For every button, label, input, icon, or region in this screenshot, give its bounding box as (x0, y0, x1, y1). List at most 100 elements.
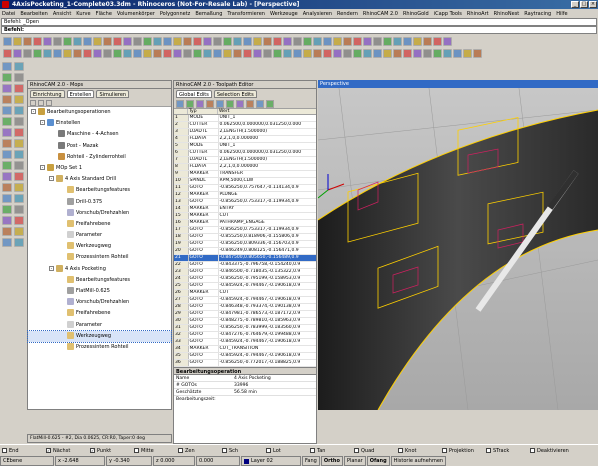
mops-tab-simulieren[interactable]: Simulieren (96, 90, 130, 98)
toolbar-button-icon[interactable] (103, 37, 112, 46)
table-row[interactable]: 4 FLDATA 2,2,1,0,0.000000 (174, 135, 316, 143)
tool-button-icon[interactable] (2, 73, 12, 82)
mops-tool-icon[interactable] (30, 100, 36, 106)
toolbar-button-icon[interactable] (323, 49, 332, 58)
table-row[interactable]: 29 GOTO -0.847981,-0.786573,-0.187172,0.9 (174, 310, 316, 318)
expand-toggle-icon[interactable]: - (49, 265, 54, 271)
editor-tool-icon[interactable] (176, 100, 184, 108)
tree-node[interactable]: Parameter (28, 320, 171, 331)
toolbar-button-icon[interactable] (163, 37, 172, 46)
tool-button-icon[interactable] (2, 84, 12, 93)
osnap-nächst[interactable]: ✓ Nächst (46, 448, 86, 454)
toolbar-button-icon[interactable] (13, 37, 22, 46)
toolbar-button-icon[interactable] (423, 37, 432, 46)
tree-node[interactable]: Vorschub/Drehzahlen (28, 208, 171, 219)
tool-button-icon[interactable] (14, 227, 24, 236)
tool-button-icon[interactable] (14, 128, 24, 137)
toolbar-button-icon[interactable] (323, 37, 332, 46)
toolbar-button-icon[interactable] (433, 37, 442, 46)
table-row[interactable]: 36 GOTO -0.856250,-0.772017,-0.188825,0.9 (174, 359, 316, 367)
tool-button-icon[interactable] (14, 172, 24, 181)
menu-item[interactable]: RhinoGold (403, 11, 429, 17)
toolbar-button-icon[interactable] (223, 37, 232, 46)
menu-item[interactable]: Bearbeiten (20, 11, 47, 17)
status-toggle-planar[interactable]: Planar (343, 456, 366, 466)
toolbar-button-icon[interactable] (73, 49, 82, 58)
toolbar-button-icon[interactable] (53, 49, 62, 58)
toolbar-button-icon[interactable] (233, 37, 242, 46)
editor-tool-icon[interactable] (236, 100, 244, 108)
tool-button-icon[interactable] (14, 194, 24, 203)
checkbox-icon[interactable] (178, 448, 183, 453)
table-row[interactable]: 24 GOTO -0.856250,-0.795199,-0.158953,0.9 (174, 275, 316, 283)
toolbar-button-icon[interactable] (63, 37, 72, 46)
toolbar-button-icon[interactable] (443, 49, 452, 58)
osnap-end[interactable]: End (2, 448, 42, 454)
table-row[interactable]: 27 GOTO -0.845924,-0.794467,-0.190618,0.9 (174, 296, 316, 304)
tree-node[interactable]: Freifahrebene (28, 308, 171, 319)
checkbox-icon[interactable] (486, 448, 491, 453)
toolbar-button-icon[interactable] (363, 49, 372, 58)
toolbar-button-icon[interactable] (23, 37, 32, 46)
toolbar-button-icon[interactable] (193, 37, 202, 46)
tree-node[interactable]: Bearbeitungsfeatures (28, 275, 171, 286)
menu-item[interactable]: Ansicht (53, 11, 71, 17)
toolbar-button-icon[interactable] (183, 37, 192, 46)
osnap-knot[interactable]: Knot (398, 448, 438, 454)
tool-button-icon[interactable] (14, 84, 24, 93)
toolbar-button-icon[interactable] (103, 49, 112, 58)
table-row[interactable]: 34 MARKER CUT_TRANSITION (174, 345, 316, 353)
table-row[interactable]: 3 LOADTL 2,LENGTH(1.500000) (174, 128, 316, 136)
toolbar-button-icon[interactable] (303, 49, 312, 58)
osnap-deaktivieren[interactable]: Deaktivieren (530, 448, 570, 454)
toolbar-button-icon[interactable] (443, 37, 452, 46)
toolbar-button-icon[interactable] (343, 49, 352, 58)
menu-item[interactable]: Volumenkörper (117, 11, 155, 17)
table-row[interactable]: 15 MARKER CUT (174, 212, 316, 220)
tool-button-icon[interactable] (14, 117, 24, 126)
toolbar-button-icon[interactable] (223, 49, 232, 58)
tree-node[interactable]: - Einstellen (28, 118, 171, 129)
osnap-projektion[interactable]: Projektion (442, 448, 482, 454)
tree-node[interactable]: Prozessintern Rohteil (28, 342, 171, 353)
table-row[interactable]: 13 GOTO -0.856250,0.753317,-0.119934,0.9 (174, 198, 316, 206)
tool-button-icon[interactable] (2, 194, 12, 203)
tool-button-icon[interactable] (2, 216, 12, 225)
tool-button-icon[interactable] (14, 73, 24, 82)
table-row[interactable]: 10 SPINDL RPM,5000,CLW (174, 177, 316, 185)
tool-button-icon[interactable] (2, 139, 12, 148)
toolbar-button-icon[interactable] (333, 49, 342, 58)
toolbar-button-icon[interactable] (413, 49, 422, 58)
table-row[interactable]: 32 GOTO -0.847276,-0.764679,-0.199488,0.9 (174, 331, 316, 339)
table-row[interactable]: 26 MARKER CUT (174, 289, 316, 297)
toolbar-button-icon[interactable] (403, 37, 412, 46)
menu-item[interactable]: Polygonnetz (160, 11, 190, 17)
mops-tool-icon[interactable] (46, 100, 52, 106)
tree-node[interactable]: - Bearbeitungsoperationen (28, 107, 171, 118)
osnap-sch[interactable]: Sch (222, 448, 262, 454)
tool-button-icon[interactable] (14, 238, 24, 247)
toolbar-button-icon[interactable] (433, 49, 442, 58)
table-row[interactable]: 25 GOTO -0.845924,-0.794467,-0.190618,0.9 (174, 282, 316, 290)
table-row[interactable]: 18 GOTO -0.855250,0.818906,-0.155806,0.9 (174, 233, 316, 241)
toolbar-button-icon[interactable] (363, 37, 372, 46)
checkbox-icon[interactable] (134, 448, 139, 453)
tool-button-icon[interactable] (2, 106, 12, 115)
editor-tool-icon[interactable] (206, 100, 214, 108)
menu-item[interactable]: RhinoArt (467, 11, 489, 17)
editor-tool-icon[interactable] (266, 100, 274, 108)
toolbar-button-icon[interactable] (373, 37, 382, 46)
toolbar-button-icon[interactable] (253, 37, 262, 46)
menu-item[interactable]: Kurve (76, 11, 90, 17)
toolbar-button-icon[interactable] (283, 37, 292, 46)
tool-button-icon[interactable] (2, 227, 12, 236)
tree-node[interactable]: Freifahrebene (28, 219, 171, 230)
tree-node[interactable]: Bearbeitungsfeatures (28, 185, 171, 196)
table-row[interactable]: 23 GOTO -0.846500,-0.718035,-0.135322,0.9 (174, 268, 316, 276)
checkbox-icon[interactable] (398, 448, 403, 453)
menu-item[interactable]: Rendern (337, 11, 358, 17)
menu-item[interactable]: Transformieren (227, 11, 265, 17)
osnap-punkt[interactable]: ✓ Punkt (90, 448, 130, 454)
tool-button-icon[interactable] (2, 238, 12, 247)
toolbar-button-icon[interactable] (43, 49, 52, 58)
